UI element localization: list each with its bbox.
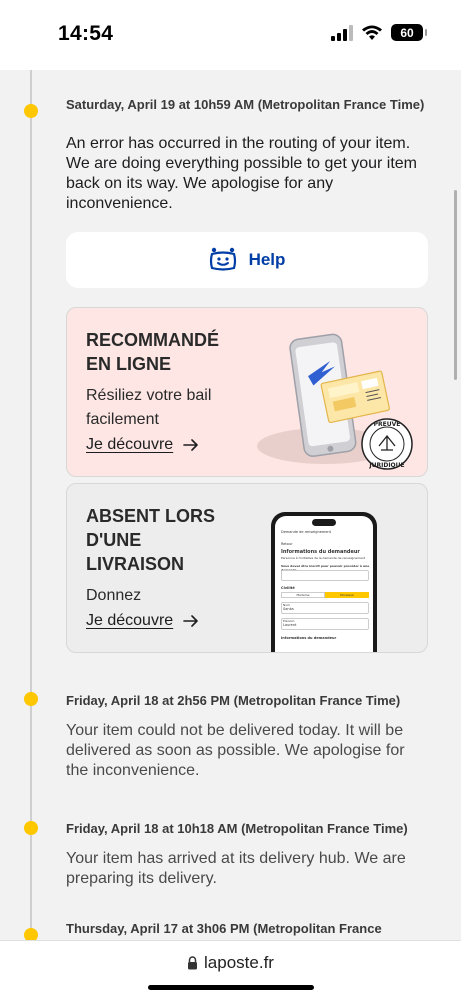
browser-bottom-bar: laposte.fr (0, 940, 461, 1000)
phone-field-value: Sanka (283, 607, 294, 611)
card-title-line: RECOMMANDÉ (86, 330, 219, 350)
url-text: laposte.fr (204, 953, 274, 972)
stamp-bottom-text: JURIDIQUE (368, 462, 404, 469)
discover-link-label: Je découvre (86, 436, 174, 453)
phone-option: Madame (281, 592, 325, 598)
card-title-line: EN LIGNE (86, 354, 172, 374)
stamp-top-text: PREUVE (374, 421, 401, 428)
phone-mockup: Demande de renseignement Retour Informat… (271, 512, 377, 652)
wifi-icon (362, 25, 382, 40)
help-label: Help (248, 250, 286, 269)
event-date: Friday, April 18 at 2h56 PM (Metropolita… (66, 693, 401, 708)
event-date: Saturday, April 19 at 10h59 AM (Metropol… (66, 97, 425, 112)
battery-indicator: 60 (391, 24, 427, 41)
discover-link-label: Je découvre (86, 612, 174, 629)
card-title-line: ABSENT LORS (86, 506, 216, 526)
status-bar: 14:54 60 (0, 0, 461, 70)
status-time: 14:54 (58, 22, 114, 45)
phone-civility: Civilité (281, 586, 295, 590)
phone-field-value: Laurent (283, 623, 297, 627)
event-date: Friday, April 18 at 10h18 AM (Metropolit… (66, 821, 408, 836)
event-text: An error has occurred in the routing of … (66, 135, 418, 212)
timeline-dot (24, 821, 38, 835)
card-title-line: LIVRAISON (86, 554, 185, 574)
phone-section-title: Informations du demandeur (281, 549, 360, 555)
timeline-line (30, 70, 32, 950)
cellular-signal-icon (331, 24, 353, 41)
status-icons: 60 (331, 24, 427, 41)
phone-nav-title: Demande de renseignement (281, 530, 332, 534)
help-bot-icon (209, 247, 236, 271)
card-desc-line: Donnez (86, 587, 142, 604)
event-text: Your item has arrived at its delivery hu… (66, 850, 406, 887)
phone-section-sub: Personne à l'initiative de la demande de… (281, 556, 366, 560)
event-date: Thursday, April 17 at 3h06 PM (Metropoli… (66, 921, 382, 936)
discover-link[interactable]: Je découvre (86, 612, 199, 630)
timeline-dot (24, 104, 38, 118)
help-button[interactable]: Help (66, 232, 428, 288)
address-bar[interactable]: laposte.fr (0, 953, 461, 973)
phone-option: Monsieur (325, 592, 369, 598)
ad-card-recommande[interactable]: RECOMMANDÉ EN LIGNE Résiliez votre bail … (66, 307, 428, 477)
event-text: Your item could not be delivered today. … (66, 722, 405, 779)
card-desc-line: facilement (86, 411, 159, 428)
phone-back-link: Retour (281, 542, 293, 546)
home-indicator (148, 985, 314, 990)
phone-letter-illustration: PREUVE JURIDIQUE (257, 333, 413, 470)
arrow-right-icon (183, 615, 198, 627)
lock-icon (188, 956, 198, 970)
card-desc-line: Résiliez votre bail (86, 387, 212, 404)
arrow-right-icon (183, 439, 198, 451)
timeline-dot (24, 692, 38, 706)
card-title-line: D'UNE (86, 530, 142, 550)
ad-card-absent[interactable]: ABSENT LORS D'UNE LIVRAISON Donnez Je dé… (66, 483, 428, 653)
scroll-indicator (454, 190, 457, 380)
discover-link[interactable]: Je découvre (86, 436, 199, 454)
phone-section-title-2: Informations du demandeur (281, 636, 337, 640)
